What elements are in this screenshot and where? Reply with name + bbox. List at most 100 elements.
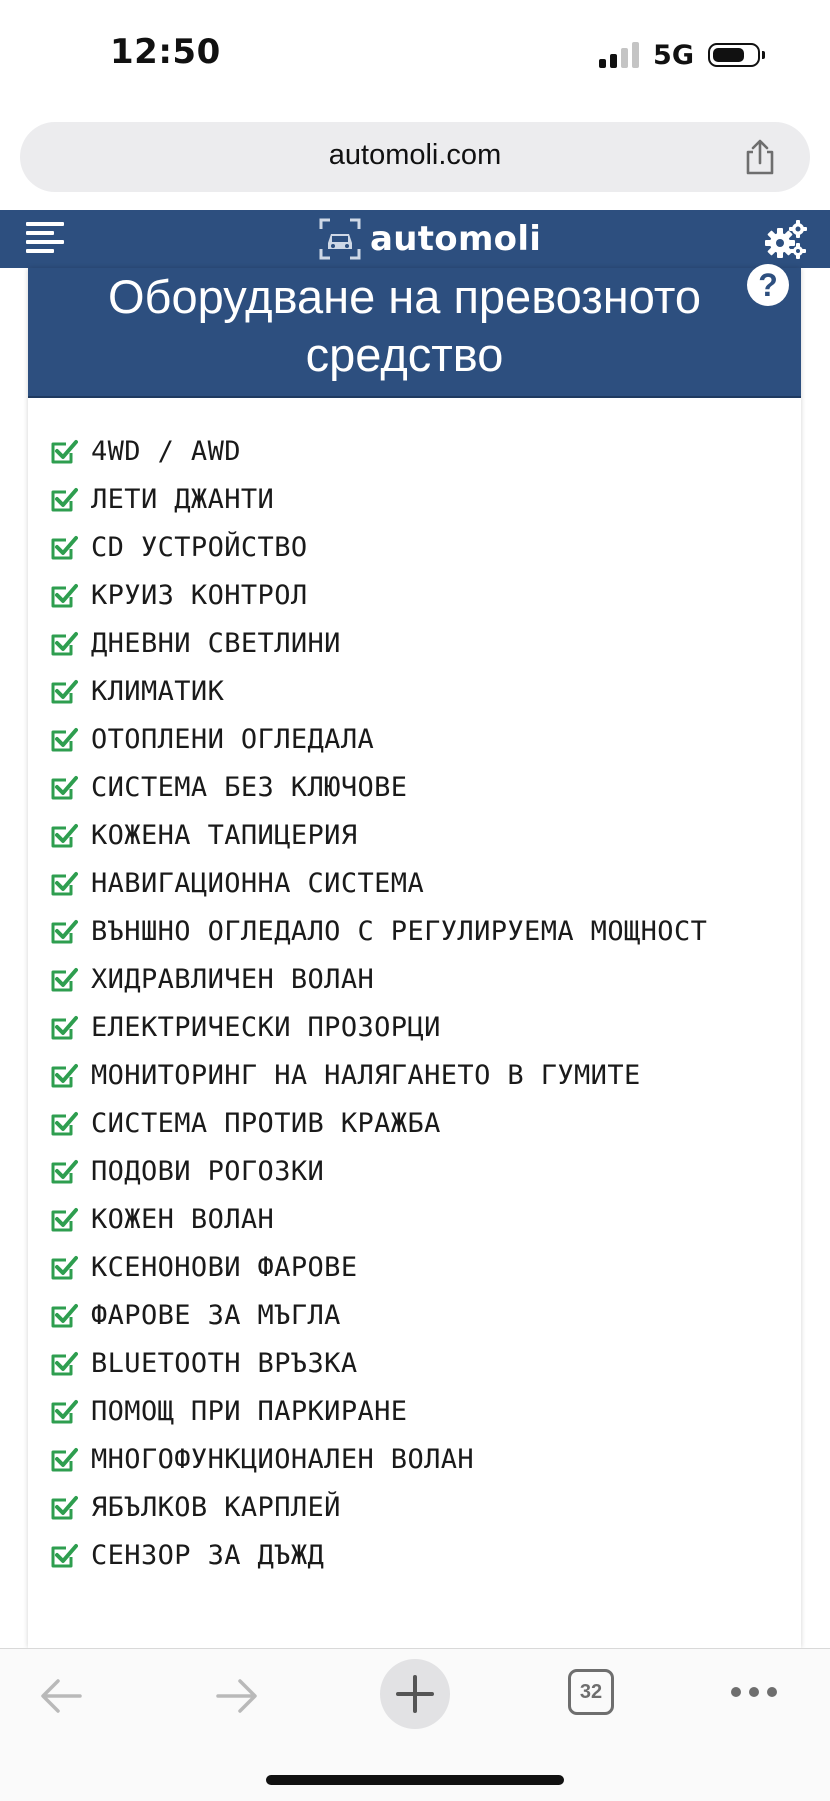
equipment-item-label: ПОМОЩ ПРИ ПАРКИРАНЕ [91, 1396, 408, 1427]
status-bar: 12:50 5G [0, 0, 830, 110]
equipment-item-label: КЛИМАТИК [91, 676, 225, 707]
equipment-item-label: 4WD / AWD [91, 436, 241, 467]
status-indicators: 5G [599, 38, 765, 72]
equipment-item: BLUETOOTH ВРЪЗКА [50, 1340, 801, 1388]
gears-icon[interactable] [764, 219, 808, 261]
forward-arrow-icon[interactable] [212, 1671, 262, 1721]
network-type: 5G [653, 39, 694, 71]
equipment-item: КСЕНОНОВИ ФАРОВЕ [50, 1244, 801, 1292]
equipment-item: ВЪНШНО ОГЛЕДАЛО С РЕГУЛИРУЕМА МОЩНОСТ [50, 908, 801, 956]
equipment-item-label: BLUETOOTH ВРЪЗКА [91, 1348, 358, 1379]
equipment-item-label: СИСТЕМА БЕЗ КЛЮЧОВЕ [91, 772, 408, 803]
checkbox-checked-icon [51, 1304, 78, 1328]
equipment-item: МНОГОФУНКЦИОНАЛЕН ВОЛАН [50, 1436, 801, 1484]
equipment-item: МОНИТОРИНГ НА НАЛЯГАНЕТО В ГУМИТЕ [50, 1052, 801, 1100]
equipment-item: ЯБЪЛКОВ КАРПЛЕЙ [50, 1484, 801, 1532]
equipment-list: 4WD / AWD ЛЕТИ ДЖАНТИ CD УСТРОЙСТВО КРУИЗ К… [28, 398, 801, 1580]
checkbox-checked-icon [51, 1448, 78, 1472]
equipment-card-header: Оборудване на превозното средство ? [28, 264, 801, 398]
equipment-item: ЕЛЕКТРИЧЕСКИ ПРОЗОРЦИ [50, 1004, 801, 1052]
checkbox-checked-icon [51, 824, 78, 848]
browser-toolbar: 32 [0, 1648, 830, 1801]
checkbox-checked-icon [51, 1496, 78, 1520]
equipment-item-label: КСЕНОНОВИ ФАРОВЕ [91, 1252, 358, 1283]
address-bar[interactable]: automoli.com [20, 122, 810, 192]
equipment-item: CD УСТРОЙСТВО [50, 524, 801, 572]
tabs-count-button[interactable]: 32 [568, 1669, 614, 1715]
equipment-item-label: ЛЕТИ ДЖАНТИ [91, 484, 275, 515]
share-icon[interactable] [742, 138, 778, 176]
equipment-title: Оборудване на превозното средство [107, 270, 701, 381]
plus-icon [396, 1675, 434, 1713]
car-logo-icon [319, 218, 361, 260]
equipment-item: 4WD / AWD [50, 428, 801, 476]
equipment-item-label: СЕНЗОР ЗА ДЪЖД [91, 1540, 325, 1571]
equipment-item: ЛЕТИ ДЖАНТИ [50, 476, 801, 524]
new-tab-button[interactable] [380, 1659, 450, 1729]
more-dots-icon[interactable] [730, 1685, 778, 1699]
equipment-item: КОЖЕНА ТАПИЦЕРИЯ [50, 812, 801, 860]
equipment-card: Оборудване на превозното средство ? 4WD … [28, 264, 801, 1648]
checkbox-checked-icon [51, 1400, 78, 1424]
checkbox-checked-icon [51, 536, 78, 560]
equipment-item-label: CD УСТРОЙСТВО [91, 532, 308, 563]
equipment-item: ДНЕВНИ СВЕТЛИНИ [50, 620, 801, 668]
equipment-item: ПОМОЩ ПРИ ПАРКИРАНЕ [50, 1388, 801, 1436]
question-icon[interactable]: ? [747, 264, 789, 306]
equipment-item: КРУИЗ КОНТРОЛ [50, 572, 801, 620]
checkbox-checked-icon [51, 488, 78, 512]
equipment-item: ПОДОВИ РОГОЗКИ [50, 1148, 801, 1196]
equipment-item-label: КОЖЕН ВОЛАН [91, 1204, 275, 1235]
checkbox-checked-icon [51, 776, 78, 800]
equipment-item: КОЖЕН ВОЛАН [50, 1196, 801, 1244]
hamburger-menu-icon[interactable] [26, 222, 64, 256]
checkbox-checked-icon [51, 920, 78, 944]
equipment-item: ХИДРАВЛИЧЕН ВОЛАН [50, 956, 801, 1004]
home-indicator [266, 1775, 564, 1785]
equipment-item: ФАРОВЕ ЗА МЪГЛА [50, 1292, 801, 1340]
equipment-item-label: ВЪНШНО ОГЛЕДАЛО С РЕГУЛИРУЕМА МОЩНОСТ [91, 916, 708, 947]
checkbox-checked-icon [51, 968, 78, 992]
equipment-item: ОТОПЛЕНИ ОГЛЕДАЛА [50, 716, 801, 764]
equipment-item: НАВИГАЦИОННА СИСТЕМА [50, 860, 801, 908]
back-arrow-icon[interactable] [36, 1671, 86, 1721]
checkbox-checked-icon [51, 440, 78, 464]
equipment-item-label: ПОДОВИ РОГОЗКИ [91, 1156, 325, 1187]
checkbox-checked-icon [51, 584, 78, 608]
checkbox-checked-icon [51, 1544, 78, 1568]
equipment-item-label: КРУИЗ КОНТРОЛ [91, 580, 308, 611]
checkbox-checked-icon [51, 1016, 78, 1040]
brand-name: automoli [370, 219, 542, 259]
equipment-item: СИСТЕМА ПРОТИВ КРАЖБА [50, 1100, 801, 1148]
battery-icon [708, 43, 765, 67]
checkbox-checked-icon [51, 1064, 78, 1088]
equipment-item-label: МНОГОФУНКЦИОНАЛЕН ВОЛАН [91, 1444, 475, 1475]
equipment-item-label: СИСТЕМА ПРОТИВ КРАЖБА [91, 1108, 441, 1139]
equipment-item-label: МОНИТОРИНГ НА НАЛЯГАНЕТО В ГУМИТЕ [91, 1060, 641, 1091]
url-text[interactable]: automoli.com [20, 139, 810, 172]
checkbox-checked-icon [51, 632, 78, 656]
checkbox-checked-icon [51, 1208, 78, 1232]
checkbox-checked-icon [51, 1160, 78, 1184]
checkbox-checked-icon [51, 1352, 78, 1376]
equipment-item-label: ОТОПЛЕНИ ОГЛЕДАЛА [91, 724, 375, 755]
equipment-item-label: КОЖЕНА ТАПИЦЕРИЯ [91, 820, 358, 851]
equipment-item: СЕНЗОР ЗА ДЪЖД [50, 1532, 801, 1580]
equipment-item: СИСТЕМА БЕЗ КЛЮЧОВЕ [50, 764, 801, 812]
checkbox-checked-icon [51, 728, 78, 752]
checkbox-checked-icon [51, 680, 78, 704]
checkbox-checked-icon [51, 1256, 78, 1280]
status-time: 12:50 [110, 32, 221, 72]
equipment-item-label: ДНЕВНИ СВЕТЛИНИ [91, 628, 341, 659]
equipment-item-label: ЕЛЕКТРИЧЕСКИ ПРОЗОРЦИ [91, 1012, 441, 1043]
equipment-item-label: ФАРОВЕ ЗА МЪГЛА [91, 1300, 341, 1331]
cellular-signal-icon [599, 42, 640, 68]
equipment-item-label: ХИДРАВЛИЧЕН ВОЛАН [91, 964, 375, 995]
equipment-item-label: НАВИГАЦИОННА СИСТЕМА [91, 868, 425, 899]
checkbox-checked-icon [51, 1112, 78, 1136]
checkbox-checked-icon [51, 872, 78, 896]
site-header: automoli [0, 210, 830, 268]
equipment-item: КЛИМАТИК [50, 668, 801, 716]
site-logo[interactable]: automoli [318, 214, 541, 264]
equipment-item-label: ЯБЪЛКОВ КАРПЛЕЙ [91, 1492, 341, 1523]
